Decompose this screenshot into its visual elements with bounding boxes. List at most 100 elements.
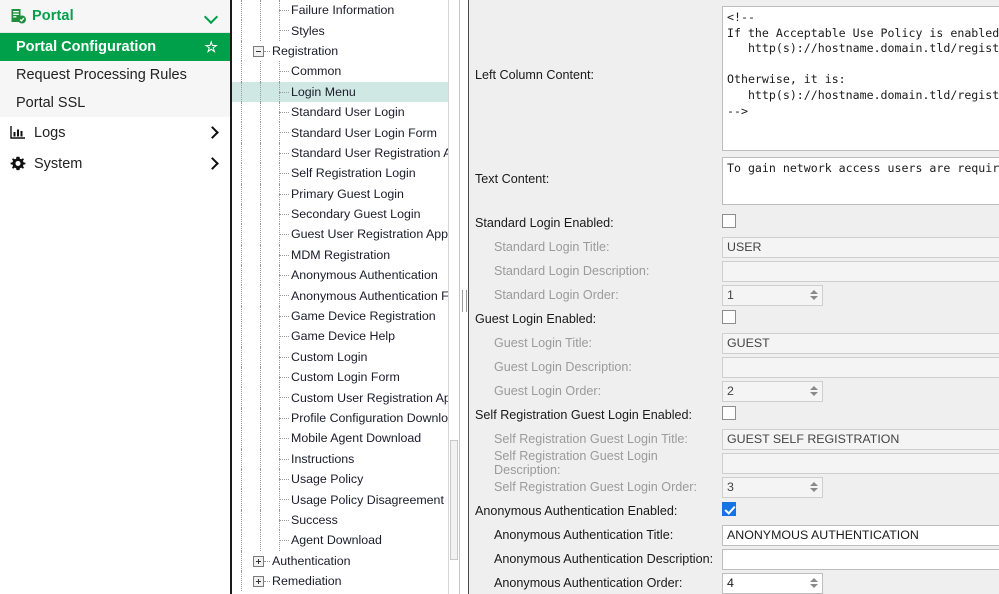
tree-item[interactable]: Login Menu xyxy=(232,82,449,102)
enabled-checkbox[interactable] xyxy=(722,502,736,516)
left-column-content-textarea[interactable] xyxy=(722,6,999,151)
tree-item[interactable]: Standard User Login xyxy=(232,102,449,122)
chevron-down-icon[interactable] xyxy=(205,10,218,23)
order-stepper[interactable]: 3 xyxy=(722,477,823,498)
order-stepper[interactable]: 2 xyxy=(722,381,823,402)
order-value: 1 xyxy=(723,288,805,302)
tree-guide-line xyxy=(232,0,251,20)
enabled-checkbox[interactable] xyxy=(722,406,736,420)
tree-item[interactable]: Success xyxy=(232,510,449,530)
text-content-textarea[interactable] xyxy=(722,157,999,205)
tree-item[interactable]: Authentication xyxy=(232,551,449,571)
tree-item[interactable]: Mobile Agent Download xyxy=(232,428,449,448)
tree-elbow-icon xyxy=(270,143,289,163)
order-stepper[interactable]: 1 xyxy=(722,285,823,306)
tree-item[interactable]: Remediation xyxy=(232,571,449,591)
tree-item-label: Login Menu xyxy=(289,85,356,99)
title-input[interactable] xyxy=(722,429,999,450)
tree-item[interactable]: Standard User Registration Approval xyxy=(232,143,449,163)
tree-guide-line xyxy=(251,489,270,509)
field-row-text-content: Text Content: xyxy=(469,157,999,211)
tree-item[interactable]: Custom Login xyxy=(232,347,449,367)
tree-item[interactable]: Secondary Guest Login xyxy=(232,204,449,224)
tree-item[interactable]: Failure Information xyxy=(232,0,449,20)
tree-item[interactable]: Registration xyxy=(232,41,449,61)
tree-item[interactable]: Anonymous Authentication Form xyxy=(232,285,449,305)
sidebar-item-logs[interactable]: Logs xyxy=(0,117,230,148)
field-row-left-column-content: Left Column Content: xyxy=(469,0,999,157)
tree-item[interactable]: Custom Login Form xyxy=(232,367,449,387)
order-label: Self Registration Guest Login Order: xyxy=(469,480,722,494)
sidebar-item-request-processing-rules[interactable]: Request Processing Rules xyxy=(0,61,230,89)
title-input[interactable] xyxy=(722,525,999,546)
tree-item[interactable]: Usage Policy xyxy=(232,469,449,489)
tree-guide-line xyxy=(251,265,270,285)
description-input[interactable] xyxy=(722,261,999,282)
tree-elbow-icon xyxy=(270,469,289,489)
tree-scrollbar-thumb[interactable] xyxy=(450,440,458,560)
description-label: Guest Login Description: xyxy=(469,360,722,374)
sidebar-item-system[interactable]: System xyxy=(0,148,230,179)
sidebar-item-portal-ssl[interactable]: Portal SSL xyxy=(0,89,230,117)
tree-guide-line xyxy=(232,347,251,367)
stepper-arrows-icon[interactable] xyxy=(805,286,822,305)
chevron-right-icon[interactable] xyxy=(207,127,218,138)
tree-item[interactable]: Profile Configuration Download xyxy=(232,408,449,428)
tree-item[interactable]: Styles xyxy=(232,20,449,40)
enabled-checkbox[interactable] xyxy=(722,214,736,228)
tree-item[interactable]: Game Device Help xyxy=(232,326,449,346)
tree-item[interactable]: Usage Policy Disagreement xyxy=(232,489,449,509)
field-row-enabled: Standard Login Enabled: xyxy=(469,211,999,235)
left-column-content-field xyxy=(722,6,999,156)
left-column-content-label: Left Column Content: xyxy=(469,6,722,82)
left-navigation-sidebar: Portal Portal Configuration ☆ Request Pr… xyxy=(0,0,232,594)
title-field xyxy=(722,237,999,258)
tree-guide-line xyxy=(232,61,251,81)
field-row-title: Anonymous Authentication Title: xyxy=(469,523,999,547)
tree-toggle-box xyxy=(253,576,264,587)
page-tree[interactable]: Failure InformationStylesRegistrationCom… xyxy=(232,0,449,594)
title-input[interactable] xyxy=(722,333,999,354)
splitter-grip-icon[interactable] xyxy=(462,290,467,312)
tree-vertical-scrollbar[interactable] xyxy=(448,0,459,594)
tree-item[interactable]: Common xyxy=(232,61,449,81)
tree-item-label: Authentication xyxy=(270,554,351,568)
favorite-star-icon[interactable]: ☆ xyxy=(205,40,218,55)
tree-guide-line xyxy=(251,82,270,102)
tree-guide-line xyxy=(251,20,270,40)
tree-expand-icon[interactable] xyxy=(251,551,270,571)
tree-item[interactable]: Guest User Registration Approval xyxy=(232,224,449,244)
description-input[interactable] xyxy=(722,549,999,570)
tree-item[interactable]: Custom User Registration Approval xyxy=(232,387,449,407)
title-input[interactable] xyxy=(722,237,999,258)
description-input[interactable] xyxy=(722,357,999,378)
order-value: 2 xyxy=(723,384,805,398)
tree-item[interactable]: Agent Download xyxy=(232,530,449,550)
sidebar-item-portal-configuration[interactable]: Portal Configuration ☆ xyxy=(0,33,230,61)
tree-elbow-icon xyxy=(270,224,289,244)
tree-item[interactable]: MDM Registration xyxy=(232,245,449,265)
tree-item-label: Mobile Agent Download xyxy=(289,431,421,445)
nav-group-portal[interactable]: Portal xyxy=(0,0,230,33)
tree-item-label: Standard User Login xyxy=(289,105,405,119)
tree-elbow-icon xyxy=(270,102,289,122)
enabled-checkbox[interactable] xyxy=(722,310,736,324)
enabled-label: Anonymous Authentication Enabled: xyxy=(469,504,722,518)
tree-collapse-icon[interactable] xyxy=(251,41,270,61)
panel-splitter[interactable] xyxy=(460,0,469,594)
stepper-arrows-icon[interactable] xyxy=(805,478,822,497)
stepper-arrows-icon[interactable] xyxy=(805,574,822,593)
sidebar-item-label: Portal Configuration xyxy=(16,39,205,55)
tree-expand-icon[interactable] xyxy=(251,571,270,591)
description-input[interactable] xyxy=(722,453,999,474)
tree-elbow-icon xyxy=(270,428,289,448)
tree-item[interactable]: Self Registration Login xyxy=(232,163,449,183)
tree-item[interactable]: Instructions xyxy=(232,449,449,469)
order-stepper[interactable]: 4 xyxy=(722,573,823,594)
stepper-arrows-icon[interactable] xyxy=(805,382,822,401)
tree-item[interactable]: Standard User Login Form xyxy=(232,122,449,142)
tree-item[interactable]: Primary Guest Login xyxy=(232,184,449,204)
tree-item[interactable]: Game Device Registration xyxy=(232,306,449,326)
tree-item[interactable]: Anonymous Authentication xyxy=(232,265,449,285)
chevron-right-icon[interactable] xyxy=(207,158,218,169)
